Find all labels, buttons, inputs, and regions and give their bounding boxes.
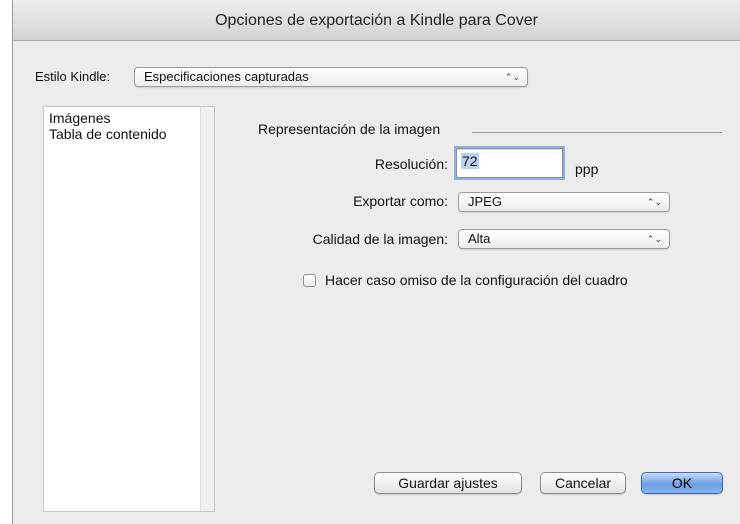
export-as-value: JPEG: [468, 194, 502, 209]
ignore-frame-checkbox[interactable]: [303, 274, 316, 287]
popup-arrows-icon: ⌃⌄: [504, 72, 520, 82]
title-bar[interactable]: Opciones de exportación a Kindle para Co…: [13, 0, 740, 41]
kindle-style-value: Especificaciones capturadas: [144, 69, 309, 84]
kindle-style-select[interactable]: Especificaciones capturadas ⌃⌄: [134, 67, 528, 87]
popup-arrows-icon: ⌃⌄: [646, 234, 662, 244]
resolution-value: 72: [461, 153, 479, 169]
kindle-style-label: Estilo Kindle:: [35, 69, 111, 84]
cancel-button[interactable]: Cancelar: [540, 472, 626, 494]
category-item-images[interactable]: Imágenes: [49, 110, 110, 126]
export-as-label: Exportar como:: [353, 193, 448, 209]
quality-label: Calidad de la imagen:: [312, 231, 448, 247]
quality-select[interactable]: Alta ⌃⌄: [458, 229, 670, 249]
section-divider: [472, 132, 722, 133]
export-as-select[interactable]: JPEG ⌃⌄: [458, 192, 670, 212]
popup-arrows-icon: ⌃⌄: [646, 197, 662, 207]
resolution-label: Resolución:: [374, 156, 448, 172]
resolution-input[interactable]: 72: [456, 148, 563, 178]
resolution-unit: ppp: [575, 161, 599, 177]
quality-value: Alta: [468, 231, 491, 246]
list-scrollbar[interactable]: [200, 107, 214, 511]
ok-button[interactable]: OK: [641, 472, 723, 494]
window-title: Opciones de exportación a Kindle para Co…: [215, 12, 538, 29]
ignore-frame-label[interactable]: Hacer caso omiso de la configuración del…: [325, 272, 628, 288]
section-title: Representación de la imagen: [258, 121, 441, 137]
category-list[interactable]: Imágenes Tabla de contenido: [43, 106, 215, 512]
export-dialog: Opciones de exportación a Kindle para Co…: [12, 0, 740, 524]
save-settings-button[interactable]: Guardar ajustes: [374, 472, 522, 494]
category-item-toc[interactable]: Tabla de contenido: [49, 126, 167, 142]
